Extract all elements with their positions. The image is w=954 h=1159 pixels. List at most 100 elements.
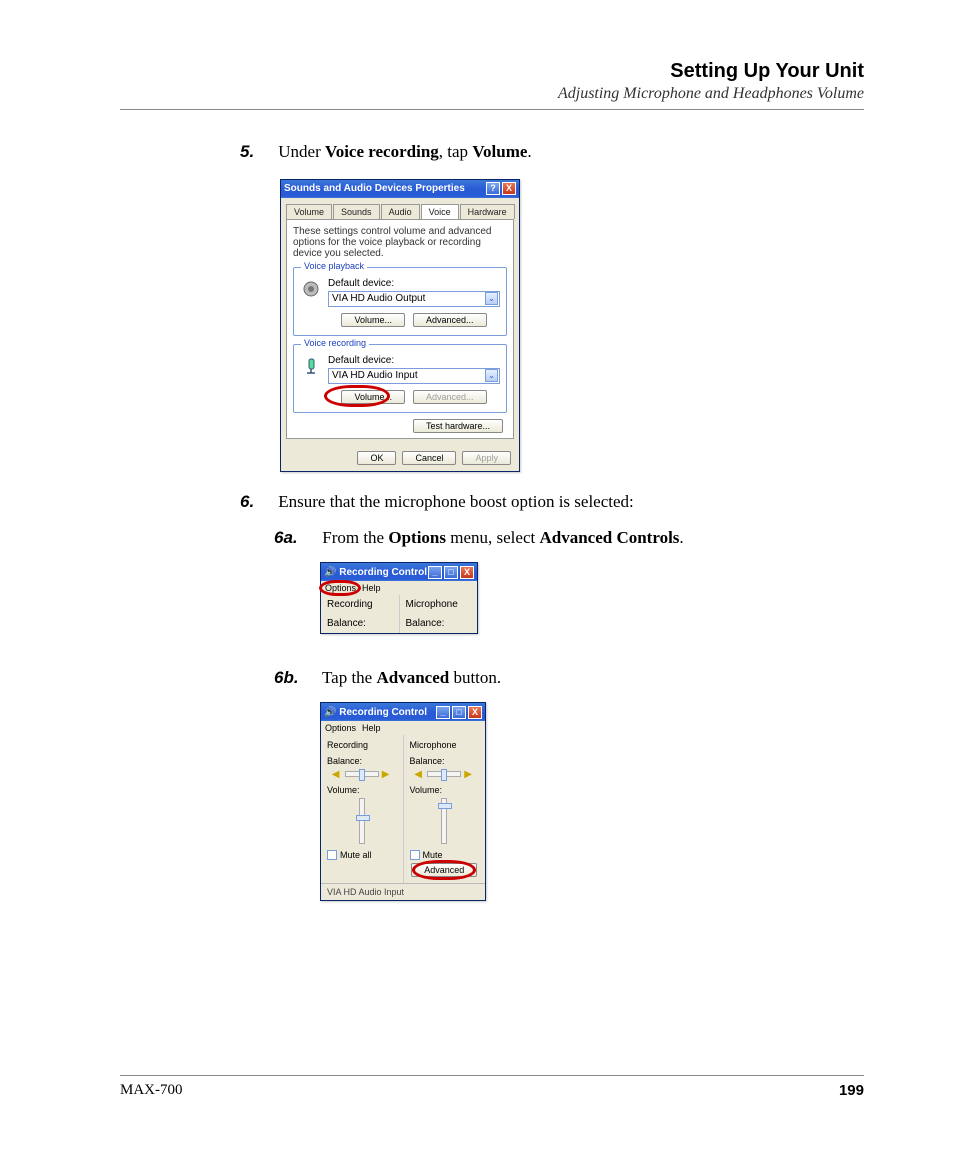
chevron-down-icon[interactable]: ⌄ xyxy=(485,369,498,382)
step-6: 6. Ensure that the microphone boost opti… xyxy=(240,490,864,515)
step-text: menu, select xyxy=(446,528,539,547)
column-heading: Microphone xyxy=(410,740,480,750)
column-heading: Recording xyxy=(327,740,397,750)
menu-options[interactable]: Options xyxy=(325,583,356,593)
step-number: 6. xyxy=(240,490,274,515)
balance-slider[interactable] xyxy=(427,771,461,777)
page-footer: MAX-700 199 xyxy=(120,1075,864,1099)
balance-slider[interactable] xyxy=(345,771,379,777)
menu-help[interactable]: Help xyxy=(362,583,381,593)
minimize-icon[interactable]: _ xyxy=(428,566,442,579)
titlebar: Sounds and Audio Devices Properties ? X xyxy=(281,180,519,198)
sounds-audio-dialog: Sounds and Audio Devices Properties ? X … xyxy=(280,179,520,472)
step-5: 5. Under Voice recording, tap Volume. xyxy=(240,140,864,165)
playback-volume-button[interactable]: Volume... xyxy=(341,313,405,327)
tab-volume[interactable]: Volume xyxy=(286,204,332,219)
advanced-button[interactable]: Advanced xyxy=(411,863,477,877)
header-rule xyxy=(120,109,864,110)
maximize-icon[interactable]: □ xyxy=(452,706,466,719)
step-text: button. xyxy=(449,668,501,687)
step-bold: Advanced Controls xyxy=(539,528,679,547)
maximize-icon[interactable]: □ xyxy=(444,566,458,579)
test-hardware-button[interactable]: Test hardware... xyxy=(413,419,503,433)
balance-label: Balance: xyxy=(410,756,480,766)
voice-playback-group: Voice playback Default device: VIA HD Au… xyxy=(293,267,507,336)
recording-volume-button[interactable]: Volume... xyxy=(341,390,405,404)
step-text: . xyxy=(527,142,531,161)
step-bold: Voice recording xyxy=(325,142,439,161)
step-number: 6b. xyxy=(274,668,318,688)
step-text: Tap the xyxy=(322,668,377,687)
apply-button: Apply xyxy=(462,451,511,465)
column-heading: Recording xyxy=(327,599,393,610)
column-recording: Recording Balance: ◀ ▶ Volume: Mute all xyxy=(321,735,404,883)
step-text: From the xyxy=(322,528,388,547)
microphone-icon xyxy=(300,355,322,377)
minimize-icon[interactable]: _ xyxy=(436,706,450,719)
speaker-icon xyxy=(300,278,322,300)
step-6a: 6a. From the Options menu, select Advanc… xyxy=(274,528,864,548)
menu-help[interactable]: Help xyxy=(362,723,381,733)
recording-control-dialog-small: 🔊 Recording Control _ □ X Options Help R… xyxy=(320,562,478,634)
column-recording: Recording Balance: xyxy=(321,595,400,633)
volume-label: Volume: xyxy=(410,785,480,795)
balance-label: Balance: xyxy=(327,756,397,766)
mute-checkbox[interactable]: Mute xyxy=(410,850,480,860)
group-legend: Voice recording xyxy=(301,338,369,348)
balance-label: Balance: xyxy=(406,618,472,629)
volume-label: Volume: xyxy=(327,785,397,795)
combo-value: VIA HD Audio Output xyxy=(332,293,425,304)
titlebar: 🔊 Recording Control _ □ X xyxy=(321,563,477,581)
voice-recording-group: Voice recording Default device: VIA HD A… xyxy=(293,344,507,413)
close-icon[interactable]: X xyxy=(460,566,474,579)
close-icon[interactable]: X xyxy=(502,182,516,195)
step-bold: Options xyxy=(388,528,446,547)
checkbox-icon xyxy=(410,850,420,860)
speaker-left-icon: ◀ xyxy=(332,769,342,779)
default-device-label: Default device: xyxy=(328,355,500,366)
step-number: 5. xyxy=(240,140,274,165)
recording-control-dialog: 🔊 Recording Control _ □ X Options Help R… xyxy=(320,702,486,901)
step-bold: Advanced xyxy=(376,668,449,687)
close-icon[interactable]: X xyxy=(468,706,482,719)
page-title: Setting Up Your Unit xyxy=(120,60,864,83)
step-text: Ensure that the microphone boost option … xyxy=(278,492,634,511)
default-device-label: Default device: xyxy=(328,278,500,289)
pane-description: These settings control volume and advanc… xyxy=(293,226,507,259)
group-legend: Voice playback xyxy=(301,261,367,271)
step-text: , tap xyxy=(439,142,473,161)
tab-strip: Volume Sounds Audio Voice Hardware xyxy=(281,198,519,219)
column-microphone: Microphone Balance: ◀ ▶ Volume: Mute Adv… xyxy=(404,735,486,883)
footer-model: MAX-700 xyxy=(120,1082,183,1099)
mute-all-checkbox[interactable]: Mute all xyxy=(327,850,397,860)
recording-device-combo[interactable]: VIA HD Audio Input ⌄ xyxy=(328,368,500,384)
help-icon[interactable]: ? xyxy=(486,182,500,195)
dialog-title: 🔊 Recording Control xyxy=(324,707,427,718)
titlebar: 🔊 Recording Control _ □ X xyxy=(321,703,485,721)
tab-voice[interactable]: Voice xyxy=(421,204,459,219)
menu-bar: Options Help xyxy=(321,581,477,595)
page-number: 199 xyxy=(839,1082,864,1099)
playback-device-combo[interactable]: VIA HD Audio Output ⌄ xyxy=(328,291,500,307)
menu-options[interactable]: Options xyxy=(325,723,356,733)
checkbox-label: Mute xyxy=(423,850,443,860)
speaker-right-icon: ▶ xyxy=(382,769,392,779)
tab-audio[interactable]: Audio xyxy=(381,204,420,219)
step-number: 6a. xyxy=(274,528,318,548)
ok-button[interactable]: OK xyxy=(357,451,396,465)
recording-advanced-button: Advanced... xyxy=(413,390,487,404)
status-bar: VIA HD Audio Input xyxy=(321,883,485,900)
tab-sounds[interactable]: Sounds xyxy=(333,204,380,219)
column-microphone: Microphone Balance: xyxy=(400,595,478,633)
cancel-button[interactable]: Cancel xyxy=(402,451,456,465)
chevron-down-icon[interactable]: ⌄ xyxy=(485,292,498,305)
page-subtitle: Adjusting Microphone and Headphones Volu… xyxy=(120,85,864,103)
step-text: . xyxy=(679,528,683,547)
dialog-buttons: OK Cancel Apply xyxy=(281,445,519,471)
column-heading: Microphone xyxy=(406,599,472,610)
volume-slider[interactable] xyxy=(441,798,447,844)
volume-slider[interactable] xyxy=(359,798,365,844)
columns: Recording Balance: Microphone Balance: xyxy=(321,595,477,633)
playback-advanced-button[interactable]: Advanced... xyxy=(413,313,487,327)
tab-hardware[interactable]: Hardware xyxy=(460,204,515,219)
